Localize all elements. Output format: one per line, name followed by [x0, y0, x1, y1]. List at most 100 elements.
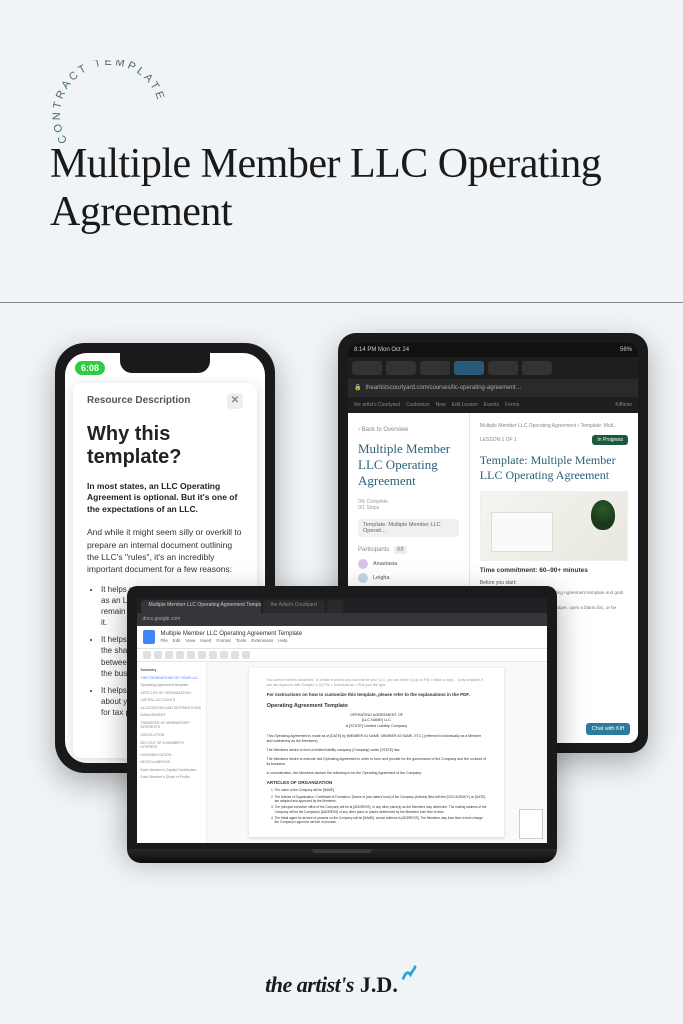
browser-tab[interactable]: the Artist's Courtyard [263, 600, 325, 613]
brand-logo: the artist's J.D. [265, 972, 418, 998]
outline-item[interactable]: Summary [141, 668, 202, 673]
outline-item[interactable]: ARTICLES OF ORGANIZATION [141, 691, 202, 696]
toolbar-button[interactable] [143, 651, 151, 659]
participant-name: Anastasia [373, 561, 397, 567]
tab[interactable] [386, 361, 416, 375]
toolbar-button[interactable] [209, 651, 217, 659]
toolbar-button[interactable] [165, 651, 173, 659]
outline-item[interactable]: Operating Agreement template [141, 683, 202, 688]
phone-intro: In most states, an LLC Operating Agreeme… [87, 481, 243, 517]
toolbar-item[interactable]: Edit Lesson [452, 402, 478, 408]
outline-item[interactable]: BUY-OUT OF A MEMBER'S INTEREST [141, 741, 202, 750]
toolbar-button[interactable] [242, 651, 250, 659]
document-page: You cannot edit this document. To create… [249, 668, 505, 837]
toolbar-item[interactable]: Events [484, 402, 499, 408]
menu-item[interactable]: Help [278, 638, 287, 643]
menu-item[interactable]: View [186, 638, 196, 643]
doc-paragraph: The Members desire to execute this Opera… [267, 757, 487, 767]
outline-item[interactable]: TRANSFER OF MEMBERSHIP INTERESTS [141, 721, 202, 730]
browser-tab-active[interactable]: Multiple Member LLC Operating Agreement … [141, 600, 261, 613]
phone-heading: Why this template? [87, 423, 243, 469]
doc-paragraph: In consideration, the Members declare th… [267, 771, 487, 776]
outline-item[interactable]: THE FOUNDATIONS OF YOUR LLC [141, 676, 202, 681]
lock-icon: 🔒 [354, 384, 361, 391]
menu-item[interactable]: File [161, 638, 168, 643]
phone-time-pill: 6:08 [75, 361, 105, 375]
url-text: theartistscourtyard.com/courses/llc-oper… [365, 385, 521, 391]
phone-notch [120, 353, 210, 373]
toolbar-button[interactable] [187, 651, 195, 659]
logo-text-jd: J.D. [360, 972, 398, 998]
docs-toolbar [137, 649, 547, 662]
laptop-mockup: Multiple Member LLC Operating Agreement … [127, 586, 557, 863]
participants-count: 68 [394, 546, 407, 554]
doc-instruction: For instructions on how to customize thi… [267, 692, 487, 697]
list-item: The principal executive office of the Co… [275, 805, 487, 814]
tab[interactable] [420, 361, 450, 375]
tab[interactable] [488, 361, 518, 375]
close-icon[interactable]: ✕ [227, 393, 243, 409]
menu-item[interactable]: Tools [236, 638, 247, 643]
toolbar-button[interactable] [220, 651, 228, 659]
card-header-label: Resource Description [87, 395, 190, 406]
document-title[interactable]: Multiple Member LLC Operating Agreement … [161, 631, 303, 637]
chrome-url-bar[interactable]: docs.google.com [137, 613, 547, 626]
breadcrumb[interactable]: Multiple Member LLC Operating Agreement … [480, 423, 628, 429]
list-item: The initial agent for service of process… [275, 816, 487, 825]
doc-paragraph: This Operating Agreement is made as of [… [267, 734, 487, 744]
outline-item[interactable]: MISCELLANEOUS [141, 760, 202, 765]
url-bar[interactable]: 🔒 theartistscourtyard.com/courses/llc-op… [348, 379, 638, 397]
toolbar-button[interactable] [231, 651, 239, 659]
doc-subheading: ARTICLES OF ORGANIZATION [267, 780, 487, 785]
time-commitment: Time commitment: 60–90+ minutes [480, 567, 628, 574]
menu-item[interactable]: Edit [173, 638, 181, 643]
google-docs-icon[interactable] [143, 630, 155, 644]
status-battery: 56% [620, 347, 632, 353]
docs-body: Summary THE FOUNDATIONS OF YOUR LLC Oper… [137, 662, 547, 843]
user-label[interactable]: Kiffanie [615, 402, 632, 408]
participant-row[interactable]: Anastasia [358, 559, 459, 569]
lesson-chip[interactable]: Template: Multiple Member LLC Operati… [358, 519, 459, 537]
tab-active[interactable] [454, 361, 484, 375]
document-outline: Summary THE FOUNDATIONS OF YOUR LLC Oper… [137, 662, 207, 843]
toolbar-item[interactable]: Forms [505, 402, 519, 408]
doc-paragraph: The Members desire to form a limited lia… [267, 748, 487, 753]
tab[interactable] [522, 361, 552, 375]
page-thumbnail[interactable] [519, 809, 543, 839]
status-time: 8:14 PM Mon Oct 24 [354, 347, 409, 353]
toolbar-item[interactable]: the artist's Courtyard [354, 402, 400, 408]
divider [0, 302, 683, 303]
toolbar-item[interactable]: Customize [406, 402, 430, 408]
toolbar-button[interactable] [154, 651, 162, 659]
badge-text: CONTRACT TEMPLATE [51, 60, 167, 145]
participant-row[interactable]: Leigha [358, 573, 459, 583]
outline-item[interactable]: INDEMNIFICATION [141, 753, 202, 758]
outline-item[interactable]: Each Member's Share of Profits [141, 775, 202, 780]
chat-button[interactable]: Chat with Kiff [586, 723, 630, 735]
menu-item[interactable]: Extensions [251, 638, 273, 643]
doc-ordered-list: The name of the Company will be [NAME]. … [267, 788, 487, 824]
browser-tabs[interactable] [348, 357, 638, 379]
outline-item[interactable]: DISSOLUTION [141, 733, 202, 738]
browser-tab[interactable] [327, 600, 343, 613]
menu-item[interactable]: Insert [200, 638, 211, 643]
course-title: Multiple Member LLC Operating Agreement [358, 441, 459, 490]
logo-text-the-artists: the artist's [265, 972, 354, 998]
progress-text: 0% Complete 0/1 Steps [358, 499, 459, 511]
back-link[interactable]: ‹ Back to Overview [358, 427, 459, 433]
toolbar-item[interactable]: New [436, 402, 446, 408]
doc-note: You cannot edit this document. To create… [267, 678, 487, 687]
docs-menu: File Edit View Insert Format Tools Exten… [161, 638, 303, 643]
outline-item[interactable]: ALLOCATIONS AND DISTRIBUTIONS [141, 706, 202, 711]
outline-item[interactable]: MANAGEMENT [141, 713, 202, 718]
tab[interactable] [352, 361, 382, 375]
outline-item[interactable]: CAPITAL ACCOUNTS [141, 698, 202, 703]
page-canvas[interactable]: You cannot edit this document. To create… [207, 662, 547, 843]
splash-icon [400, 964, 418, 982]
toolbar-button[interactable] [176, 651, 184, 659]
toolbar-button[interactable] [198, 651, 206, 659]
chrome-tabs: Multiple Member LLC Operating Agreement … [137, 598, 547, 613]
menu-item[interactable]: Format [216, 638, 230, 643]
outline-item[interactable]: Each Member's Capital Contribution [141, 768, 202, 773]
url-text: docs.google.com [143, 616, 181, 622]
